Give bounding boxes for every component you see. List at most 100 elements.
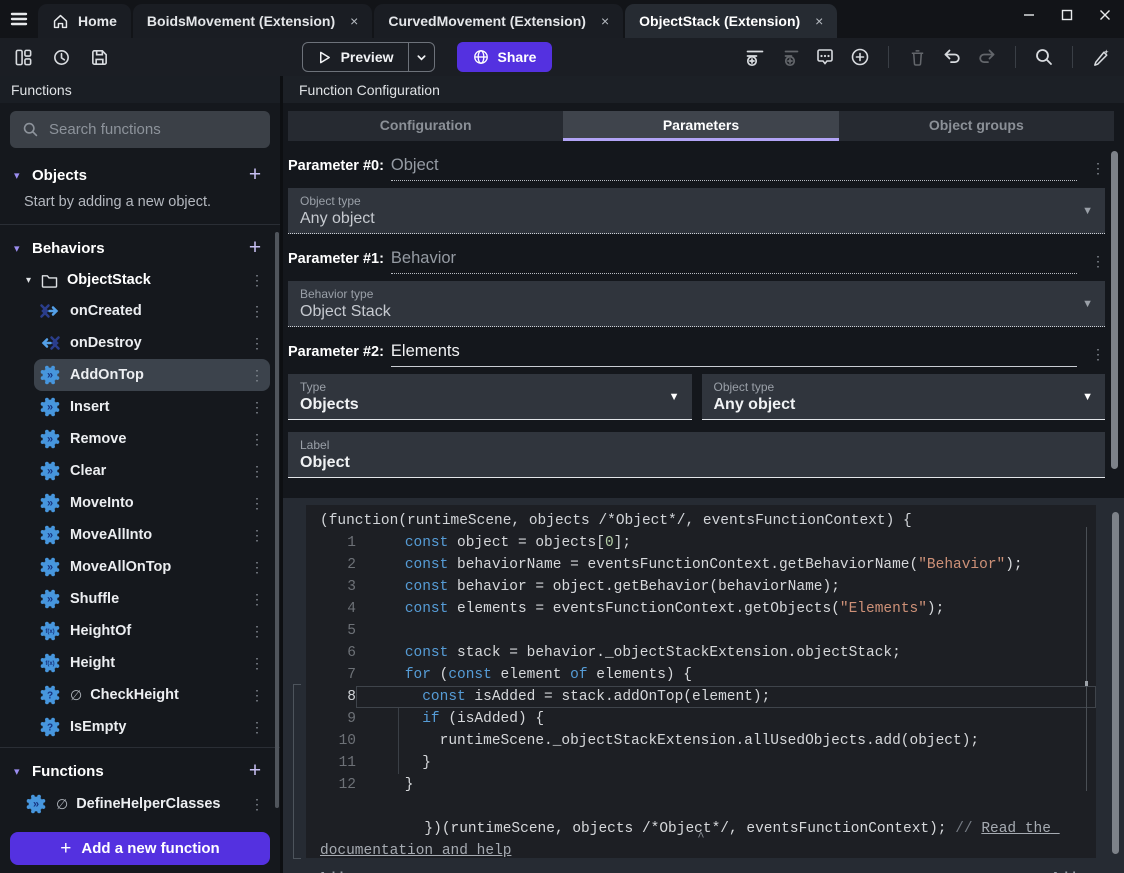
kebab-menu-icon[interactable]: ⋮ (250, 399, 264, 416)
tab-objectstack-extension-[interactable]: ObjectStack (Extension) × (625, 4, 838, 38)
version-history-icon[interactable] (50, 46, 72, 68)
kebab-menu-icon[interactable]: ⋮ (250, 527, 264, 544)
kebab-menu-icon[interactable]: ⋮ (250, 463, 264, 480)
parameter-fields-row: Object type Any object ▼ (288, 188, 1105, 234)
add-behaviors-icon[interactable]: + (246, 236, 264, 260)
function-item-remove[interactable]: » Remove ⋮ (34, 423, 270, 455)
tab-home[interactable]: Home (38, 4, 131, 38)
function-item-moveallontop[interactable]: » MoveAllOnTop ⋮ (34, 551, 270, 583)
kebab-menu-icon[interactable]: ⋮ (250, 303, 264, 320)
kebab-menu-icon[interactable]: ⋮ (1091, 346, 1105, 363)
code-editor-scrollbar[interactable] (1112, 512, 1119, 854)
kebab-menu-icon[interactable]: ⋮ (1091, 253, 1105, 270)
dropdown-arrow-icon: ▼ (1082, 204, 1093, 217)
tab-object-groups[interactable]: Object groups (839, 111, 1114, 141)
kebab-menu-icon[interactable]: ⋮ (250, 431, 264, 448)
function-item-shuffle[interactable]: » Shuffle ⋮ (34, 583, 270, 615)
sidebar-section-behaviors[interactable]: ▾ Behaviors + (0, 231, 280, 265)
resize-caret-icon[interactable]: ^ (697, 826, 704, 848)
close-tab-icon[interactable]: × (595, 13, 609, 29)
sidebar-section-functions[interactable]: ▾ Functions + (0, 754, 280, 788)
parameter-name-input[interactable]: Elements (390, 342, 1077, 367)
field-label: Behavior type (300, 287, 374, 301)
panels-layout-icon[interactable] (12, 46, 34, 68)
svg-text:»: » (47, 466, 53, 478)
function-item-height[interactable]: f(x) Height ⋮ (34, 647, 270, 679)
function-item-moveallinto[interactable]: » MoveAllInto ⋮ (34, 519, 270, 551)
function-item-addontop[interactable]: » AddOnTop ⋮ (34, 359, 270, 391)
close-window-button[interactable] (1086, 0, 1124, 30)
current-line-ruler-mark (1085, 681, 1088, 686)
add-circle-icon[interactable] (849, 46, 871, 68)
window-controls (1010, 0, 1124, 30)
chevron-down-icon[interactable]: ▾ (14, 242, 32, 255)
magic-wand-icon[interactable] (1090, 46, 1112, 68)
undo-icon[interactable] (941, 46, 963, 68)
kebab-menu-icon[interactable]: ⋮ (250, 367, 264, 384)
input-label[interactable]: Label Object (288, 432, 1105, 478)
maximize-button[interactable] (1048, 0, 1086, 30)
expression-function-icon: f(x) (40, 621, 60, 641)
add-new-function-button[interactable]: + Add a new function (10, 832, 270, 865)
select-object-type[interactable]: Object type Any object ▼ (701, 374, 1105, 420)
kebab-menu-icon[interactable]: ⋮ (250, 495, 264, 512)
kebab-menu-icon[interactable]: ⋮ (250, 623, 264, 640)
function-item-isempty[interactable]: ? IsEmpty ⋮ (34, 711, 270, 743)
minimize-button[interactable] (1010, 0, 1048, 30)
hamburger-menu-icon[interactable] (0, 0, 38, 38)
tab-configuration[interactable]: Configuration (288, 111, 563, 141)
add-objects-icon[interactable]: + (246, 163, 264, 187)
kebab-menu-icon[interactable]: ⋮ (1091, 160, 1105, 177)
add-event-icon[interactable] (744, 46, 766, 68)
add-functions-icon[interactable]: + (246, 759, 264, 783)
kebab-menu-icon[interactable]: ⋮ (250, 796, 264, 813)
preview-button[interactable]: Preview (303, 43, 408, 71)
kebab-menu-icon[interactable]: ⋮ (250, 272, 264, 289)
tab-parameters[interactable]: Parameters (563, 111, 839, 141)
kebab-menu-icon[interactable]: ⋮ (250, 655, 264, 672)
chevron-down-icon[interactable]: ▾ (14, 169, 32, 182)
function-item-oncreated[interactable]: onCreated ⋮ (34, 295, 270, 327)
delete-icon[interactable] (906, 46, 928, 68)
function-item-containsbetween[interactable]: ?ContainsBetween⋮ (20, 820, 270, 824)
behavior-group-objectstack[interactable]: ▾ ObjectStack ⋮ (0, 265, 280, 295)
save-icon[interactable] (88, 46, 110, 68)
select-object-type[interactable]: Object type Any object ▼ (288, 188, 1105, 234)
search-functions-input[interactable]: Search functions (10, 111, 270, 148)
kebab-menu-icon[interactable]: ⋮ (250, 591, 264, 608)
add-subevent-icon[interactable] (779, 46, 801, 68)
code-line-9: 9 if (isAdded) { (306, 708, 1096, 730)
function-item-clear[interactable]: » Clear ⋮ (34, 455, 270, 487)
share-button[interactable]: Share (456, 42, 553, 72)
function-item-definehelperclasses[interactable]: » ∅ DefineHelperClasses ⋮ (20, 788, 270, 820)
action-function-icon: » (26, 794, 46, 814)
select-behavior-type[interactable]: Behavior type Object Stack ▼ (288, 281, 1105, 327)
add-comment-icon[interactable] (814, 46, 836, 68)
kebab-menu-icon[interactable]: ⋮ (250, 687, 264, 704)
kebab-menu-icon[interactable]: ⋮ (250, 719, 264, 736)
javascript-code-editor[interactable]: (function(runtimeScene, objects /*Object… (306, 505, 1096, 858)
parameter-name-input[interactable]: Object (390, 156, 1077, 181)
function-item-checkheight[interactable]: ? ∅ CheckHeight ⋮ (34, 679, 270, 711)
redo-icon[interactable] (976, 46, 998, 68)
search-icon[interactable] (1033, 46, 1055, 68)
select-type[interactable]: Type Objects ▼ (288, 374, 692, 420)
kebab-menu-icon[interactable]: ⋮ (250, 559, 264, 576)
chevron-down-icon[interactable]: ▾ (14, 765, 32, 778)
sidebar-section-objects[interactable]: ▾ Objects + (0, 158, 280, 192)
parameters-scrollbar[interactable] (1111, 151, 1118, 469)
function-item-ondestroy[interactable]: onDestroy ⋮ (34, 327, 270, 359)
sidebar-scrollbar[interactable] (275, 232, 279, 808)
kebab-menu-icon[interactable]: ⋮ (250, 335, 264, 352)
expression-function-icon: f(x) (40, 653, 60, 673)
preview-options-button[interactable] (407, 43, 434, 71)
tab-curvedmovement-extension-[interactable]: CurvedMovement (Extension) × (374, 4, 624, 38)
parameter-name-input[interactable]: Behavior (390, 249, 1077, 274)
chevron-down-icon[interactable]: ▾ (26, 275, 31, 286)
function-item-insert[interactable]: » Insert ⋮ (34, 391, 270, 423)
function-item-moveinto[interactable]: » MoveInto ⋮ (34, 487, 270, 519)
function-item-heightof[interactable]: f(x) HeightOf ⋮ (34, 615, 270, 647)
close-tab-icon[interactable]: × (809, 13, 823, 29)
tab-boidsmovement-extension-[interactable]: BoidsMovement (Extension) × (132, 4, 373, 38)
close-tab-icon[interactable]: × (344, 13, 358, 29)
